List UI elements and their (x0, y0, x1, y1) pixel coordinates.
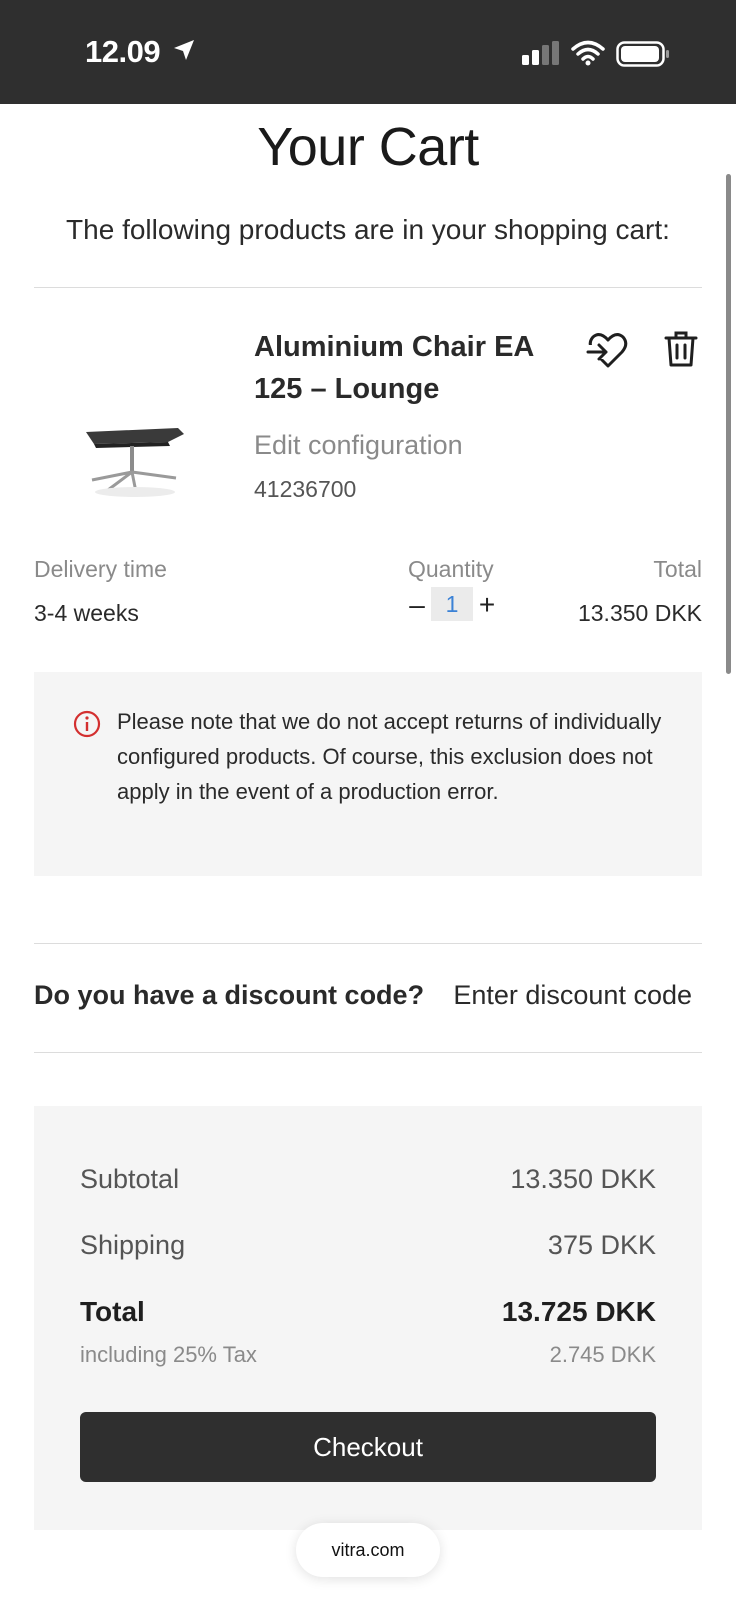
order-total-label: Total (80, 1296, 145, 1327)
battery-icon (616, 41, 669, 67)
quantity-decrease-button[interactable]: – (405, 588, 429, 622)
status-bar: 12.09 (0, 0, 736, 104)
wifi-icon (571, 40, 605, 66)
line-total-value: 13.350 DKK (577, 600, 702, 626)
discount-question: Do you have a discount code? (34, 980, 425, 1010)
quantity-label: Quantity (408, 556, 494, 582)
product-sku: 41236700 (254, 476, 357, 502)
subtotal-label: Subtotal (80, 1164, 180, 1194)
shipping-label: Shipping (80, 1230, 186, 1260)
returns-notice-text: Please note that we do not accept return… (117, 709, 662, 804)
delivery-time-label: Delivery time (34, 556, 167, 582)
divider (34, 943, 702, 944)
tax-label: including 25% Tax (80, 1342, 257, 1367)
product-name[interactable]: Aluminium Chair EA 125 – Lounge (254, 326, 564, 410)
returns-notice: Please note that we do not accept return… (34, 672, 702, 876)
enter-discount-code-link[interactable]: Enter discount code (453, 980, 692, 1011)
page-title: Your Cart (257, 117, 479, 177)
cart-intro-text: The following products are in your shopp… (66, 214, 670, 245)
browser-url-pill[interactable]: vitra.com (296, 1523, 440, 1577)
tax-value: 2.745 DKK (549, 1342, 656, 1367)
trash-icon[interactable] (664, 330, 698, 368)
delivery-time-value: 3-4 weeks (34, 600, 139, 626)
status-time: 12.09 (85, 34, 161, 69)
info-icon (73, 710, 101, 738)
shipping-value: 375 DKK (547, 1230, 656, 1260)
quantity-increase-button[interactable]: + (475, 588, 499, 622)
move-to-wishlist-icon[interactable] (586, 330, 630, 370)
divider (34, 1052, 702, 1053)
subtotal-value: 13.350 DKK (510, 1164, 656, 1194)
checkout-button[interactable]: Checkout (80, 1412, 656, 1482)
chair-image[interactable] (80, 420, 190, 500)
order-summary: Subtotal 13.350 DKK Shipping 375 DKK Tot… (34, 1106, 702, 1530)
divider (34, 287, 702, 288)
scrollbar[interactable] (726, 174, 731, 674)
order-total-value: 13.725 DKK (501, 1296, 656, 1327)
edit-configuration-link[interactable]: Edit configuration (254, 430, 463, 461)
line-total-label: Total (653, 556, 702, 582)
location-arrow-icon (174, 40, 194, 60)
cellular-signal-icon (522, 41, 559, 65)
quantity-input[interactable]: 1 (431, 587, 473, 621)
